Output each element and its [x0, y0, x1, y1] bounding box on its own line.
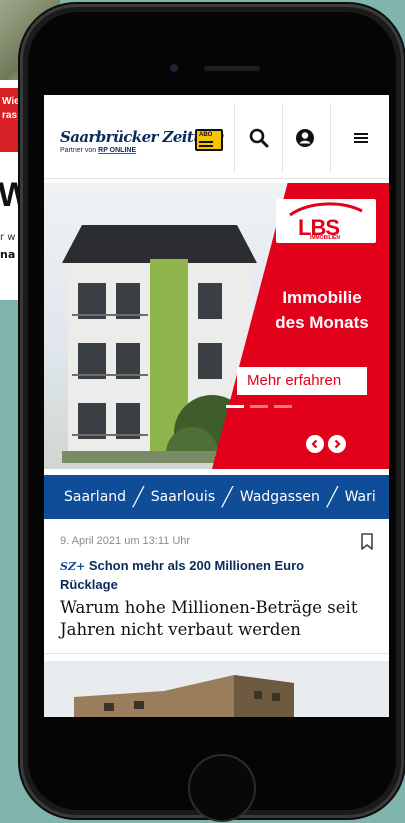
carousel-dot[interactable]	[274, 405, 292, 408]
hero-title-line-1: Immobilie	[282, 288, 362, 307]
abo-newspaper-icon[interactable]: ABO	[195, 129, 223, 151]
home-button[interactable]	[188, 754, 256, 822]
mehr-erfahren-button[interactable]: Mehr erfahren	[237, 367, 367, 395]
background-small-text: r w	[0, 232, 16, 243]
breadcrumb-item-saarlouis[interactable]: Saarlouis	[147, 489, 219, 505]
hero-title-line-2: des Monats	[275, 313, 369, 332]
hamburger-menu-icon[interactable]	[346, 123, 376, 153]
carousel-dots	[226, 405, 292, 408]
article-headline[interactable]: Warum hohe Millionen-Beträge seit Jahren…	[60, 597, 380, 641]
article-kicker-text: Schon mehr als 200 Millionen Euro Rückla…	[60, 558, 305, 592]
breadcrumb-separator: /	[130, 482, 146, 512]
breadcrumb-separator: /	[324, 482, 340, 512]
bookmark-icon[interactable]	[360, 533, 374, 555]
breadcrumb-item-saarland[interactable]: Saarland	[60, 489, 130, 505]
lbs-logo: LBS IMMOBILIEN	[276, 199, 376, 243]
breadcrumb-item-wadgassen[interactable]: Wadgassen	[236, 489, 324, 505]
earpiece-speaker	[204, 66, 260, 71]
header-divider	[234, 103, 235, 173]
article-kicker: SZ+ Schon mehr als 200 Millionen Euro Rü…	[60, 557, 360, 594]
premium-badge: SZ+	[60, 560, 86, 573]
background-red-text-2: ras	[2, 110, 18, 121]
carousel-prev-icon[interactable]	[306, 435, 324, 453]
carousel-next-icon[interactable]	[328, 435, 346, 453]
lbs-brand-subtext: IMMOBILIEN	[310, 235, 340, 241]
phone-screen: Saarbrücker Zeitung Partner von RP ONLIN…	[44, 95, 389, 717]
article-divider	[44, 653, 389, 654]
background-red-text-1: Wie	[2, 96, 20, 107]
article-date: 9. April 2021 um 13:11 Uhr	[60, 535, 191, 547]
hero-title: Immobilie des Monats	[258, 285, 386, 335]
carousel-dot[interactable]	[250, 405, 268, 408]
abo-label: ABO	[199, 132, 213, 138]
header-divider	[330, 103, 331, 173]
header-divider	[282, 103, 283, 173]
next-article-image[interactable]	[44, 661, 389, 717]
site-header: Saarbrücker Zeitung Partner von RP ONLIN…	[44, 95, 389, 179]
carousel-arrows	[306, 435, 346, 453]
breadcrumb: Saarland / Saarlouis / Wadgassen / Wari	[44, 475, 389, 519]
front-camera	[170, 64, 178, 72]
breadcrumb-item-truncated[interactable]: Wari	[341, 489, 380, 505]
hero-ad-banner[interactable]: LBS IMMOBILIEN Immobilie des Monats Mehr…	[44, 183, 389, 469]
logo-partner-brand: RP ONLINE	[98, 147, 137, 154]
carousel-dot[interactable]	[226, 405, 244, 408]
search-icon[interactable]	[244, 123, 274, 153]
breadcrumb-separator: /	[219, 482, 236, 512]
account-icon[interactable]	[290, 123, 320, 153]
logo-partner-prefix: Partner von	[60, 147, 99, 154]
background-bold-text: na	[0, 248, 16, 261]
